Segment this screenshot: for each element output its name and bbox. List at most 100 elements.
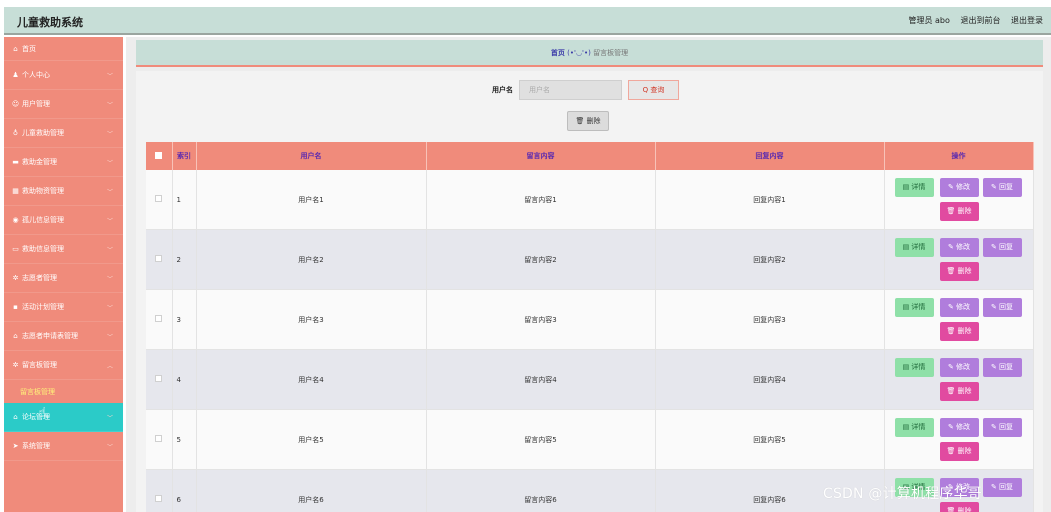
user-icon: ♟	[12, 71, 19, 79]
sidebar-subitem-message-board[interactable]: 留言板管理	[4, 380, 123, 403]
row-checkbox[interactable]	[155, 435, 163, 442]
sidebar-item-2[interactable]: ☺ 用户管理 ﹀	[4, 90, 123, 119]
delete-button[interactable]: 🗑 删除	[939, 262, 979, 281]
row-select-cell	[146, 469, 173, 512]
sidebar-item-11[interactable]: ✲ 留言板管理 ︿	[4, 351, 123, 380]
forum-icon: ⌂	[13, 413, 18, 421]
user-circle-icon: ☺	[11, 100, 20, 108]
message-icon: ✲	[12, 361, 19, 369]
main-content: 首页 (•'◡'•) 留言板管理 用户名 用户名 Q 查询 🗑 删除 索引 用户…	[126, 37, 1051, 512]
sidebar-item-7[interactable]: ▭ 救助信息管理 ﹀	[4, 235, 123, 264]
edit-button[interactable]: ✎ 修改	[939, 358, 979, 377]
username-search-input[interactable]: 用户名	[519, 80, 622, 100]
row-checkbox[interactable]	[155, 375, 163, 382]
query-button[interactable]: Q 查询	[628, 80, 679, 100]
reply-button[interactable]: ✎ 回复	[982, 238, 1022, 257]
edit-button[interactable]: ✎ 修改	[939, 178, 979, 197]
chevron-down-icon: ﹀	[106, 189, 113, 196]
sidebar-item-system[interactable]: ➤ 系统管理 ﹀	[4, 432, 123, 461]
chevron-down-icon: ﹀	[106, 334, 113, 341]
sidebar-item-9[interactable]: ▪ 活动计划管理 ﹀	[4, 293, 123, 322]
header-actions: 管理员 abo 退出到前台 退出登录	[900, 15, 1043, 26]
table-row: 4 用户名4 留言内容4 回复内容4 ▤ 详情 ✎ 修改 ✎ 回复 🗑 删除	[146, 349, 1034, 410]
shield-icon: ♁	[12, 129, 19, 137]
reply-button[interactable]: ✎ 回复	[982, 478, 1022, 497]
row-checkbox[interactable]	[155, 255, 163, 262]
delete-button[interactable]: 🗑 删除	[939, 382, 979, 401]
table-header-row: 索引 用户名 留言内容 回复内容 操作	[146, 142, 1034, 170]
column-username[interactable]: 用户名	[196, 142, 427, 170]
row-actions: ▤ 详情 ✎ 修改 ✎ 回复 🗑 删除	[884, 289, 1034, 350]
query-button-label: 查询	[650, 86, 665, 94]
reply-button[interactable]: ✎ 回复	[982, 418, 1022, 437]
sidebar-item-label: 系统管理	[22, 442, 50, 450]
sidebar-item-0[interactable]: ⌂ 首页	[4, 37, 123, 61]
detail-button[interactable]: ▤ 详情	[894, 298, 934, 317]
column-actions: 操作	[884, 142, 1034, 170]
reply-icon: ✎	[990, 483, 1000, 491]
detail-button[interactable]: ▤ 详情	[894, 418, 934, 437]
sidebar-item-6[interactable]: ◉ 孤儿信息管理 ﹀	[4, 206, 123, 235]
sidebar-item-1[interactable]: ♟ 个人中心 ﹀	[4, 61, 123, 90]
detail-button[interactable]: ▤ 详情	[894, 358, 934, 377]
sidebar-item-forum[interactable]: ⌂ 论坛管理 ﹀ ☝	[4, 403, 123, 432]
row-select-cell	[146, 170, 173, 230]
row-reply: 回复内容5	[655, 409, 885, 470]
chat-icon: ▭	[12, 245, 19, 253]
reply-button[interactable]: ✎ 回复	[982, 298, 1022, 317]
row-index: 3	[172, 289, 197, 350]
reply-icon: ✎	[990, 363, 1000, 371]
row-index: 6	[172, 469, 197, 512]
top-bar: 儿童救助系统 管理员 abo 退出到前台 退出登录	[4, 7, 1051, 35]
sidebar-item-5[interactable]: ▦ 救助物资管理 ﹀	[4, 177, 123, 206]
chevron-down-icon: ﹀	[106, 73, 113, 80]
column-reply[interactable]: 回复内容	[655, 142, 885, 170]
table-row: 1 用户名1 留言内容1 回复内容1 ▤ 详情 ✎ 修改 ✎ 回复 🗑 删除	[146, 170, 1034, 230]
breadcrumb-face: (•'◡'•)	[567, 49, 591, 57]
reply-icon: ✎	[990, 243, 1000, 251]
delete-button[interactable]: 🗑 删除	[939, 202, 979, 221]
edit-icon: ✎	[947, 363, 957, 371]
sidebar-item-10[interactable]: ⌂ 志愿者申请表管理 ﹀	[4, 322, 123, 351]
grid-icon: ▦	[12, 187, 19, 195]
row-checkbox[interactable]	[155, 195, 163, 202]
row-reply: 回复内容3	[655, 289, 885, 350]
reply-button[interactable]: ✎ 回复	[982, 178, 1022, 197]
content-panel: 用户名 用户名 Q 查询 🗑 删除 索引 用户名 留言内容 回复内容 操作 1 …	[136, 71, 1043, 512]
breadcrumb-home[interactable]: 首页	[551, 49, 565, 57]
edit-button[interactable]: ✎ 修改	[939, 418, 979, 437]
to-front-link[interactable]: 退出到前台	[960, 16, 1000, 25]
sidebar-item-3[interactable]: ♁ 儿童救助管理 ﹀	[4, 119, 123, 148]
search-icon: Q	[642, 86, 649, 94]
send-icon: ➤	[12, 442, 19, 450]
batch-delete-button[interactable]: 🗑 删除	[567, 111, 609, 131]
row-checkbox[interactable]	[155, 315, 163, 322]
row-index: 2	[172, 229, 197, 290]
watermark: CSDN @计算机程序华哥	[823, 486, 982, 502]
logout-link[interactable]: 退出登录	[1011, 16, 1043, 25]
detail-button[interactable]: ▤ 详情	[894, 178, 934, 197]
delete-button[interactable]: 🗑 删除	[939, 322, 979, 341]
sidebar-item-label: 志愿者申请表管理	[22, 332, 78, 340]
row-checkbox[interactable]	[155, 495, 163, 502]
detail-button[interactable]: ▤ 详情	[894, 238, 934, 257]
column-message[interactable]: 留言内容	[426, 142, 656, 170]
table-row: 2 用户名2 留言内容2 回复内容2 ▤ 详情 ✎ 修改 ✎ 回复 🗑 删除	[146, 229, 1034, 290]
edit-button[interactable]: ✎ 修改	[939, 298, 979, 317]
row-actions: ▤ 详情 ✎ 修改 ✎ 回复 🗑 删除	[884, 349, 1034, 410]
edit-button[interactable]: ✎ 修改	[939, 238, 979, 257]
breadcrumb: 首页 (•'◡'•) 留言板管理	[136, 40, 1043, 67]
delete-button[interactable]: 🗑 删除	[939, 502, 979, 512]
reply-button[interactable]: ✎ 回复	[982, 358, 1022, 377]
sidebar-item-label: 儿童救助管理	[22, 129, 64, 137]
select-all-checkbox[interactable]	[155, 151, 163, 159]
row-select-cell	[146, 349, 173, 410]
row-username: 用户名1	[196, 170, 427, 230]
sidebar-item-label: 救助金管理	[22, 158, 57, 166]
row-message: 留言内容3	[426, 289, 656, 350]
sidebar: ⌂ 首页 ♟ 个人中心 ﹀ ☺ 用户管理 ﹀ ♁ 儿童救助管理 ﹀ ▬ 救助金管理 ﹀ ▦ 救助物资管理 ﹀ ◉ 孤…	[4, 37, 123, 512]
delete-button[interactable]: 🗑 删除	[939, 442, 979, 461]
sidebar-item-8[interactable]: ✲ 志愿者管理 ﹀	[4, 264, 123, 293]
sidebar-item-4[interactable]: ▬ 救助金管理 ﹀	[4, 148, 123, 177]
chevron-down-icon: ﹀	[106, 247, 113, 254]
